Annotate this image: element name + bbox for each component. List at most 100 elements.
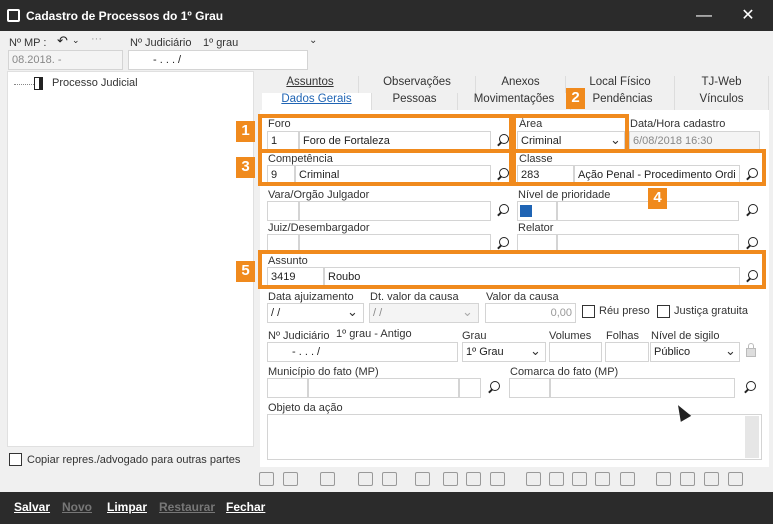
- stack-icon[interactable]: [656, 472, 671, 486]
- njud-field[interactable]: - . . . /: [267, 342, 458, 362]
- copy-representative-checkbox[interactable]: [9, 453, 22, 466]
- municipio-name-field[interactable]: [308, 378, 459, 398]
- shrink-icon[interactable]: [572, 472, 587, 486]
- tab-movimentacoes[interactable]: Movimentações: [458, 93, 571, 110]
- tree-icon[interactable]: [358, 472, 373, 486]
- fechar-button[interactable]: Fechar: [226, 500, 265, 514]
- window-title: Cadastro de Processos do 1º Grau: [26, 9, 224, 23]
- tree-item-processo-judicial[interactable]: Processo Judicial: [52, 77, 138, 89]
- comarca-name-field[interactable]: [550, 378, 735, 398]
- salvar-button[interactable]: Salvar: [14, 500, 50, 514]
- tab-dados-gerais[interactable]: Dados Gerais: [262, 93, 372, 110]
- copy-icon[interactable]: [443, 472, 458, 486]
- njud-label: Nº Judiciário: [268, 330, 330, 342]
- move-icon[interactable]: [320, 472, 335, 486]
- callout-4: 4: [648, 188, 667, 209]
- print-icon[interactable]: [490, 472, 505, 486]
- callout-2: 2: [566, 88, 585, 109]
- sigilo-chevron-icon[interactable]: ⌄: [725, 343, 736, 359]
- reu-preso-label: Réu preso: [599, 305, 650, 317]
- tab-pessoas[interactable]: Pessoas: [372, 93, 458, 110]
- mp-label: Nº MP :: [9, 37, 47, 49]
- export-icon[interactable]: [728, 472, 743, 486]
- close-button[interactable]: ✕: [738, 6, 758, 26]
- window-icon[interactable]: [595, 472, 610, 486]
- tab-observacoes[interactable]: Observações: [359, 76, 476, 93]
- title-bar: Cadastro de Processos do 1º Grau — ✕: [0, 0, 773, 31]
- objeto-scrollbar[interactable]: [745, 416, 759, 458]
- prioridade-search-icon[interactable]: [744, 203, 760, 219]
- tree-panel: Processo Judicial: [7, 71, 254, 447]
- valor-field[interactable]: 0,00: [485, 303, 576, 323]
- highlight-competencia: [258, 149, 513, 186]
- municipio-code-field[interactable]: [267, 378, 308, 398]
- callout-5: 5: [236, 261, 255, 282]
- judicial-number-field[interactable]: - . . . /: [128, 50, 308, 70]
- folhas-field[interactable]: [605, 342, 649, 362]
- comarca-search-icon[interactable]: [742, 380, 758, 396]
- grau-chevron-icon[interactable]: ⌄: [530, 343, 541, 359]
- restaurar-button[interactable]: Restaurar: [159, 500, 215, 514]
- justica-gratuita-checkbox[interactable]: [657, 305, 670, 318]
- volumes-field[interactable]: [549, 342, 602, 362]
- phone-icon[interactable]: [466, 472, 481, 486]
- undo-icon[interactable]: ↶: [57, 33, 68, 49]
- vara-code-field[interactable]: [267, 201, 299, 221]
- judicial-grade-label: 1º grau: [203, 37, 239, 49]
- bottom-action-bar: Salvar Novo Limpar Restaurar Fechar: [0, 492, 773, 524]
- tab-vinculos[interactable]: Vínculos: [675, 93, 769, 110]
- njud-grade-label: 1º grau - Antigo: [336, 328, 412, 340]
- municipio-uf-field[interactable]: [459, 378, 481, 398]
- list-icon[interactable]: [382, 472, 397, 486]
- tab-anexos[interactable]: Anexos: [476, 76, 566, 93]
- vara-search-icon[interactable]: [495, 203, 511, 219]
- refresh-icon[interactable]: [526, 472, 541, 486]
- expand-icon[interactable]: [549, 472, 564, 486]
- copy-representative-label: Copiar repres./advogado para outras part…: [27, 454, 241, 466]
- comarca-code-field[interactable]: [509, 378, 550, 398]
- objeto-textarea[interactable]: [267, 414, 762, 460]
- judicial-dropdown-icon[interactable]: ⌄: [309, 35, 317, 46]
- volumes-label: Volumes: [549, 330, 592, 342]
- municipio-search-icon[interactable]: [486, 380, 502, 396]
- highlight-assunto: [258, 250, 766, 289]
- minimize-button[interactable]: —: [694, 6, 714, 26]
- tab-strip: Assuntos Observações Anexos Local Físico…: [262, 76, 769, 110]
- datahora-label: Data/Hora cadastro: [630, 118, 726, 130]
- objeto-label: Objeto da ação: [268, 402, 343, 414]
- tab-pendencias[interactable]: Pendências: [571, 93, 675, 110]
- mp-number-field[interactable]: 08.2018. -: [8, 50, 123, 70]
- datahora-field: 6/08/2018 16:30: [629, 131, 760, 151]
- folder-icon[interactable]: [283, 472, 298, 486]
- duplicate-icon[interactable]: [704, 472, 719, 486]
- tab-tj-web[interactable]: TJ-Web: [675, 76, 769, 93]
- group-icon[interactable]: [415, 472, 430, 486]
- juiz-label: Juiz/Desembargador: [268, 222, 370, 234]
- document-icon: [34, 77, 43, 90]
- ajuizamento-chevron-icon[interactable]: ⌄: [347, 304, 358, 320]
- prioridade-label: Nível de prioridade: [518, 189, 611, 201]
- dropdown-icon[interactable]: ⌄: [72, 35, 80, 46]
- sigilo-label: Nível de sigilo: [651, 330, 720, 342]
- calendar-icon[interactable]: [620, 472, 635, 486]
- ajuizamento-label: Data ajuizamento: [268, 291, 354, 303]
- novo-button[interactable]: Novo: [62, 500, 92, 514]
- justica-gratuita-label: Justiça gratuita: [674, 305, 748, 317]
- dtvalor-chevron-icon[interactable]: ⌄: [462, 304, 473, 320]
- stack-add-icon[interactable]: [680, 472, 695, 486]
- vara-name-field[interactable]: [299, 201, 491, 221]
- limpar-button[interactable]: Limpar: [107, 500, 147, 514]
- dtvalor-label: Dt. valor da causa: [370, 291, 459, 303]
- folhas-label: Folhas: [606, 330, 640, 342]
- reu-preso-checkbox[interactable]: [582, 305, 595, 318]
- tab-assuntos[interactable]: Assuntos: [262, 76, 359, 93]
- priority-color-swatch: [520, 205, 532, 217]
- highlight-classe: [512, 149, 766, 186]
- valor-label: Valor da causa: [486, 291, 559, 303]
- add-record-icon[interactable]: [259, 472, 274, 486]
- lock-shackle: [748, 343, 754, 349]
- more-icon[interactable]: ···: [91, 33, 102, 45]
- lock-icon: [746, 348, 756, 357]
- prioridade-code-field[interactable]: [517, 201, 557, 221]
- municipio-label: Município do fato (MP): [268, 366, 379, 378]
